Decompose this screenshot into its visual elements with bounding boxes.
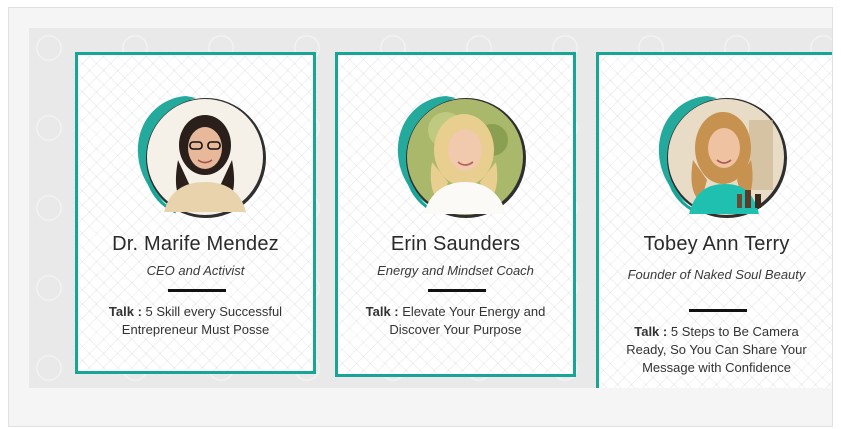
speaker-card[interactable]: Tobey Ann Terry Founder of Naked Soul Be…	[596, 52, 832, 388]
speaker-role: Energy and Mindset Coach	[377, 263, 534, 278]
talk-label: Talk :	[634, 324, 668, 339]
talk-title: Elevate Your Energy and Discover Your Pu…	[389, 304, 546, 337]
talk-description: Talk : Elevate Your Energy and Discover …	[352, 303, 559, 339]
speaker-photo	[388, 90, 528, 222]
speaker-card[interactable]: Dr. Marife Mendez CEO and Activist Talk …	[75, 52, 316, 374]
speaker-card[interactable]: Erin Saunders Energy and Mindset Coach T…	[335, 52, 576, 377]
page-frame: Dr. Marife Mendez CEO and Activist Talk …	[8, 7, 833, 427]
speaker-role: Founder of Naked Soul Beauty	[627, 267, 806, 282]
divider	[428, 289, 486, 292]
speakers-band: Dr. Marife Mendez CEO and Activist Talk …	[29, 28, 832, 388]
divider	[689, 309, 747, 312]
speaker-name: Erin Saunders	[390, 233, 521, 255]
talk-label: Talk :	[108, 304, 142, 319]
talk-title: 5 Skill every Successful Entrepreneur Mu…	[121, 304, 283, 337]
speaker-name: Tobey Ann Terry	[643, 233, 790, 255]
speaker-photo	[649, 90, 789, 222]
speaker-photo	[128, 90, 268, 222]
talk-description: Talk : 5 Skill every Successful Entrepre…	[92, 303, 299, 339]
talk-label: Talk :	[365, 304, 399, 319]
divider	[168, 289, 226, 292]
speaker-role: CEO and Activist	[146, 263, 245, 278]
speaker-name: Dr. Marife Mendez	[112, 233, 279, 255]
talk-description: Talk : 5 Steps to Be Camera Ready, So Yo…	[613, 323, 820, 377]
